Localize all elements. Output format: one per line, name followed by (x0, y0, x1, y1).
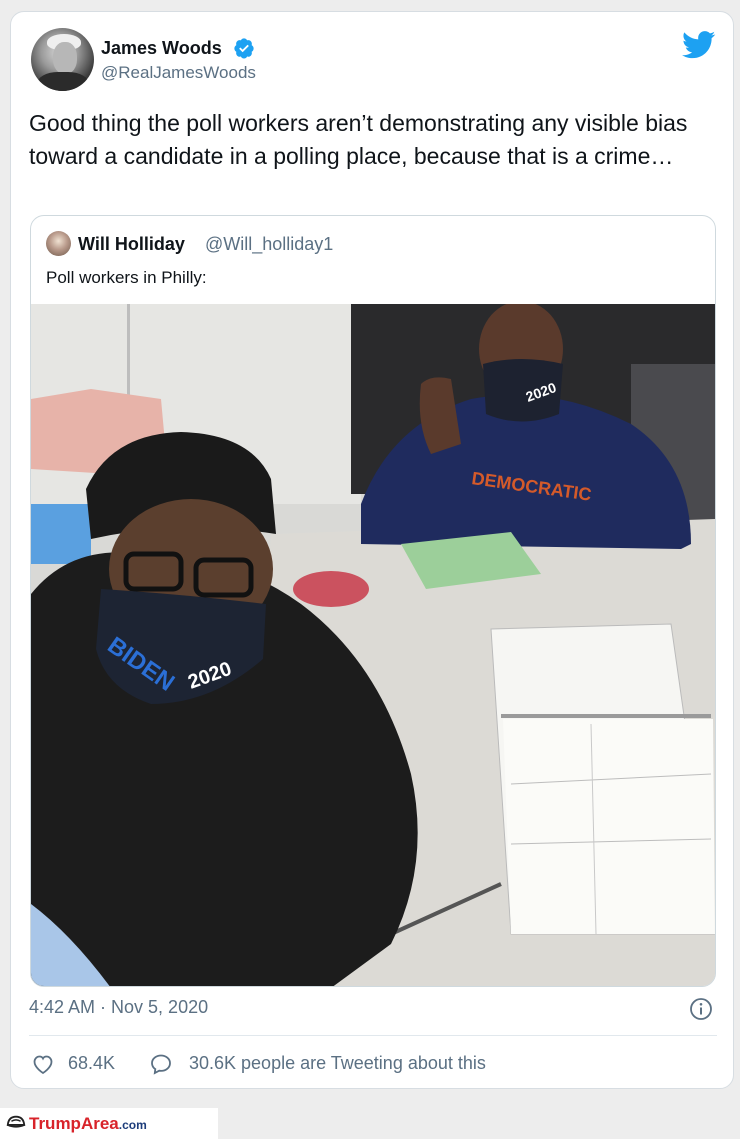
brand-name: TrumpArea.com (29, 1114, 147, 1133)
author-handle[interactable]: @RealJamesWoods (101, 63, 256, 83)
brand-domain: .com (118, 1118, 147, 1132)
tweet-card: James Woods @RealJamesWoods Good thing t… (10, 11, 734, 1089)
verified-badge-icon (234, 38, 254, 59)
site-watermark: TrumpArea.com (0, 1108, 218, 1139)
tweet-timestamp[interactable]: 4:42 AM · Nov 5, 2020 (29, 997, 208, 1018)
info-icon[interactable] (689, 997, 713, 1021)
tweeting-about-count[interactable]: 30.6K people are Tweeting about this (189, 1053, 486, 1074)
quoted-tweet[interactable]: Will Holliday @Will_holliday1 Poll worke… (30, 215, 716, 987)
quoted-author-name[interactable]: Will Holliday (78, 234, 185, 255)
chat-bubble-icon[interactable] (149, 1052, 173, 1076)
twitter-bird-icon[interactable] (682, 31, 716, 59)
author-name[interactable]: James Woods (101, 38, 222, 59)
quoted-author-avatar[interactable] (46, 231, 71, 256)
heart-icon[interactable] (31, 1052, 55, 1076)
quoted-author-handle[interactable]: @Will_holliday1 (205, 234, 333, 255)
quoted-tweet-photo[interactable]: DEMOCRATIC 2020 BIDEN 2020 (31, 304, 715, 987)
tweet-text: Good thing the poll workers aren’t demon… (29, 110, 688, 169)
like-count[interactable]: 68.4K (68, 1053, 115, 1074)
author-avatar[interactable] (31, 28, 94, 91)
quoted-tweet-text: Poll workers in Philly: (46, 268, 207, 287)
toupee-logo-icon (6, 1115, 26, 1128)
divider (29, 1035, 717, 1036)
